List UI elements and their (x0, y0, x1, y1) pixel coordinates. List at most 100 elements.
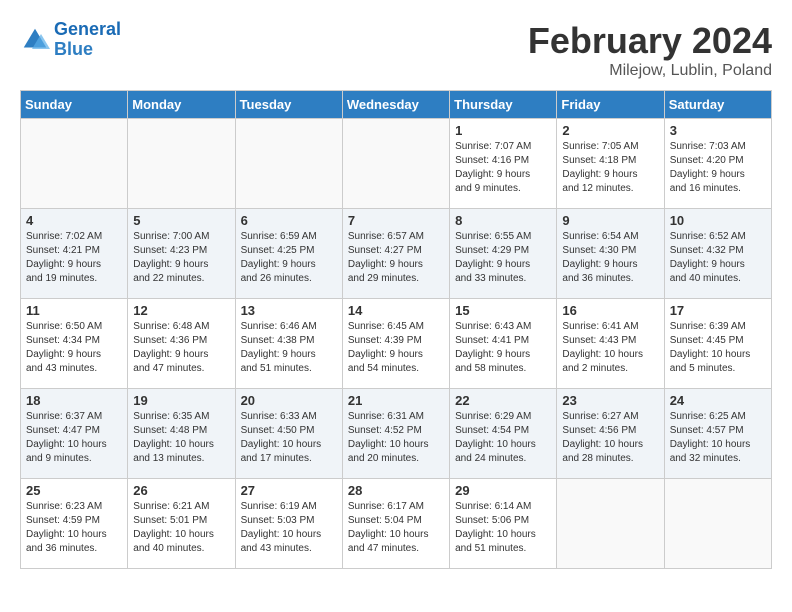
day-number: 12 (133, 303, 229, 318)
day-cell: 6Sunrise: 6:59 AM Sunset: 4:25 PM Daylig… (235, 209, 342, 299)
day-number: 17 (670, 303, 766, 318)
day-info: Sunrise: 6:48 AM Sunset: 4:36 PM Dayligh… (133, 320, 229, 376)
day-cell: 1 Sunrise: 7:07 AM Sunset: 4:16 PM Daylig… (450, 119, 557, 209)
day-cell: 7Sunrise: 6:57 AM Sunset: 4:27 PM Daylig… (342, 209, 449, 299)
day-cell: 18 Sunrise: 6:37 AM Sunset: 4:47 PM Dayli… (21, 389, 128, 479)
day-number: 1 (455, 123, 551, 138)
day-number: 10 (670, 213, 766, 228)
day-number: 18 (26, 393, 122, 408)
day-info: Sunrise: 6:43 AM Sunset: 4:41 PM Dayligh… (455, 320, 551, 376)
day-info: Sunrise: 7:05 AM Sunset: 4:18 PM Dayligh… (562, 140, 658, 196)
day-info: Sunrise: 6:21 AM Sunset: 5:01 PM Dayligh… (133, 500, 229, 556)
day-info: Sunrise: 6:52 AM Sunset: 4:32 PM Dayligh… (670, 230, 766, 286)
day-cell: 9Sunrise: 6:54 AM Sunset: 4:30 PM Daylig… (557, 209, 664, 299)
day-cell: 25Sunrise: 6:23 AM Sunset: 4:59 PM Dayli… (21, 479, 128, 569)
day-number: 6 (241, 213, 337, 228)
day-cell (664, 479, 771, 569)
day-number: 22 (455, 393, 551, 408)
logo-text: General Blue (54, 20, 121, 60)
day-cell: 10 Sunrise: 6:52 AM Sunset: 4:32 PM Dayli… (664, 209, 771, 299)
day-number: 9 (562, 213, 658, 228)
day-number: 13 (241, 303, 337, 318)
week-row-5: 25Sunrise: 6:23 AM Sunset: 4:59 PM Dayli… (21, 479, 772, 569)
day-cell (342, 119, 449, 209)
day-cell (128, 119, 235, 209)
day-info: Sunrise: 6:14 AM Sunset: 5:06 PM Dayligh… (455, 500, 551, 556)
header-cell-friday: Friday (557, 91, 664, 119)
week-row-1: 1 Sunrise: 7:07 AM Sunset: 4:16 PM Daylig… (21, 119, 772, 209)
day-number: 28 (348, 483, 444, 498)
day-info: Sunrise: 6:41 AM Sunset: 4:43 PM Dayligh… (562, 320, 658, 376)
day-number: 21 (348, 393, 444, 408)
day-info: Sunrise: 6:46 AM Sunset: 4:38 PM Dayligh… (241, 320, 337, 376)
day-info: Sunrise: 7:00 AM Sunset: 4:23 PM Dayligh… (133, 230, 229, 286)
day-number: 14 (348, 303, 444, 318)
day-cell: 29 Sunrise: 6:14 AM Sunset: 5:06 PM Dayli… (450, 479, 557, 569)
day-cell: 22 Sunrise: 6:29 AM Sunset: 4:54 PM Dayli… (450, 389, 557, 479)
day-number: 19 (133, 393, 229, 408)
header-cell-saturday: Saturday (664, 91, 771, 119)
header-row: SundayMondayTuesdayWednesdayThursdayFrid… (21, 91, 772, 119)
day-info: Sunrise: 6:17 AM Sunset: 5:04 PM Dayligh… (348, 500, 444, 556)
day-info: Sunrise: 6:50 AM Sunset: 4:34 PM Dayligh… (26, 320, 122, 376)
day-cell: 11 Sunrise: 6:50 AM Sunset: 4:34 PM Dayli… (21, 299, 128, 389)
day-cell: 16 Sunrise: 6:41 AM Sunset: 4:43 PM Dayli… (557, 299, 664, 389)
day-cell: 28 Sunrise: 6:17 AM Sunset: 5:04 PM Dayli… (342, 479, 449, 569)
day-info: Sunrise: 6:45 AM Sunset: 4:39 PM Dayligh… (348, 320, 444, 376)
day-number: 8 (455, 213, 551, 228)
day-cell (21, 119, 128, 209)
day-number: 3 (670, 123, 766, 138)
day-cell: 5 Sunrise: 7:00 AM Sunset: 4:23 PM Daylig… (128, 209, 235, 299)
day-cell (235, 119, 342, 209)
month-title: February 2024 (528, 20, 772, 62)
page-header: General Blue February 2024 Milejow, Lubl… (20, 20, 772, 80)
day-info: Sunrise: 6:23 AM Sunset: 4:59 PM Dayligh… (26, 500, 122, 556)
day-number: 11 (26, 303, 122, 318)
day-cell: 21Sunrise: 6:31 AM Sunset: 4:52 PM Dayli… (342, 389, 449, 479)
calendar-table: SundayMondayTuesdayWednesdayThursdayFrid… (20, 90, 772, 569)
day-cell: 19 Sunrise: 6:35 AM Sunset: 4:48 PM Dayli… (128, 389, 235, 479)
day-cell: 17Sunrise: 6:39 AM Sunset: 4:45 PM Dayli… (664, 299, 771, 389)
day-number: 23 (562, 393, 658, 408)
day-cell: 2 Sunrise: 7:05 AM Sunset: 4:18 PM Daylig… (557, 119, 664, 209)
day-cell: 15 Sunrise: 6:43 AM Sunset: 4:41 PM Dayli… (450, 299, 557, 389)
day-info: Sunrise: 6:27 AM Sunset: 4:56 PM Dayligh… (562, 410, 658, 466)
day-cell: 23 Sunrise: 6:27 AM Sunset: 4:56 PM Dayli… (557, 389, 664, 479)
day-cell: 13 Sunrise: 6:46 AM Sunset: 4:38 PM Dayli… (235, 299, 342, 389)
day-cell: 4 Sunrise: 7:02 AM Sunset: 4:21 PM Daylig… (21, 209, 128, 299)
week-row-2: 4 Sunrise: 7:02 AM Sunset: 4:21 PM Daylig… (21, 209, 772, 299)
day-number: 20 (241, 393, 337, 408)
header-cell-wednesday: Wednesday (342, 91, 449, 119)
day-cell: 12 Sunrise: 6:48 AM Sunset: 4:36 PM Dayli… (128, 299, 235, 389)
day-info: Sunrise: 7:02 AM Sunset: 4:21 PM Dayligh… (26, 230, 122, 286)
header-cell-thursday: Thursday (450, 91, 557, 119)
day-cell: 27Sunrise: 6:19 AM Sunset: 5:03 PM Dayli… (235, 479, 342, 569)
day-info: Sunrise: 6:37 AM Sunset: 4:47 PM Dayligh… (26, 410, 122, 466)
day-number: 5 (133, 213, 229, 228)
location-title: Milejow, Lublin, Poland (528, 62, 772, 80)
day-number: 29 (455, 483, 551, 498)
day-info: Sunrise: 7:07 AM Sunset: 4:16 PM Dayligh… (455, 140, 551, 196)
week-row-3: 11 Sunrise: 6:50 AM Sunset: 4:34 PM Dayli… (21, 299, 772, 389)
day-cell: 3 Sunrise: 7:03 AM Sunset: 4:20 PM Daylig… (664, 119, 771, 209)
day-number: 4 (26, 213, 122, 228)
header-cell-monday: Monday (128, 91, 235, 119)
day-info: Sunrise: 6:35 AM Sunset: 4:48 PM Dayligh… (133, 410, 229, 466)
day-cell: 20 Sunrise: 6:33 AM Sunset: 4:50 PM Dayli… (235, 389, 342, 479)
week-row-4: 18 Sunrise: 6:37 AM Sunset: 4:47 PM Dayli… (21, 389, 772, 479)
day-info: Sunrise: 6:25 AM Sunset: 4:57 PM Dayligh… (670, 410, 766, 466)
day-info: Sunrise: 6:33 AM Sunset: 4:50 PM Dayligh… (241, 410, 337, 466)
day-cell: 26 Sunrise: 6:21 AM Sunset: 5:01 PM Dayli… (128, 479, 235, 569)
day-number: 15 (455, 303, 551, 318)
day-number: 27 (241, 483, 337, 498)
day-info: Sunrise: 6:29 AM Sunset: 4:54 PM Dayligh… (455, 410, 551, 466)
day-cell: 14 Sunrise: 6:45 AM Sunset: 4:39 PM Dayli… (342, 299, 449, 389)
day-number: 2 (562, 123, 658, 138)
day-number: 26 (133, 483, 229, 498)
header-cell-sunday: Sunday (21, 91, 128, 119)
header-cell-tuesday: Tuesday (235, 91, 342, 119)
day-cell: 24Sunrise: 6:25 AM Sunset: 4:57 PM Dayli… (664, 389, 771, 479)
day-number: 7 (348, 213, 444, 228)
day-info: Sunrise: 7:03 AM Sunset: 4:20 PM Dayligh… (670, 140, 766, 196)
day-number: 16 (562, 303, 658, 318)
